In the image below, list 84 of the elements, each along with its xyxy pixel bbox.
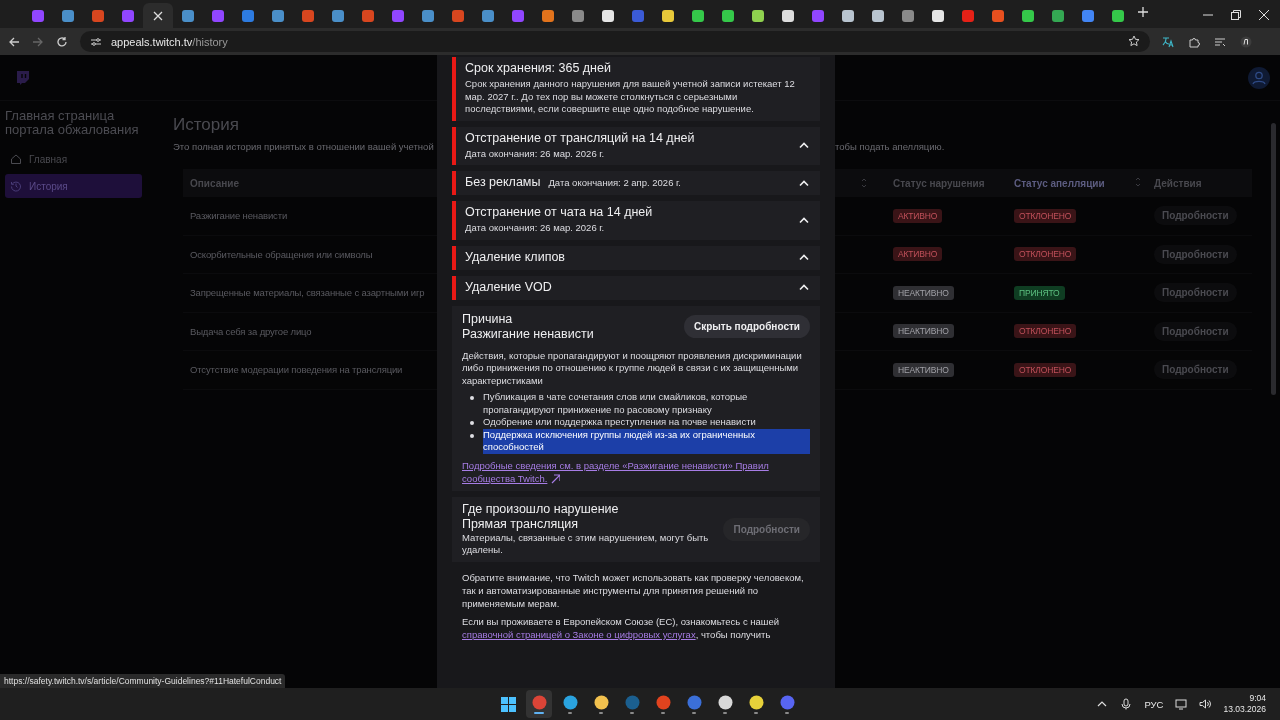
taskbar-app[interactable] xyxy=(526,690,552,718)
bullet-text: Публикация в чате сочетания слов или смайликов, которые пропагандируют принижение по расовому признаку xyxy=(483,391,749,416)
reason-description: Действия, которые пропагандируют и поощряют проявления дискриминации либо принижения по отношению к группе людей в связи с их защищенными характеристиками xyxy=(462,349,803,387)
plus-icon[interactable] xyxy=(1137,6,1149,18)
guidelines-link[interactable]: Подробные сведения см. в разделе «Разжигание ненависти» Правил сообщества Twitch. xyxy=(462,458,810,485)
forward-icon[interactable] xyxy=(32,35,44,48)
bullet-icon xyxy=(470,433,474,438)
penalty-card[interactable]: Без рекламы Дата окончания: 2 апр. 2026 г. xyxy=(452,171,820,195)
monitor-icon[interactable] xyxy=(1175,698,1188,710)
status-badge: АКТИВНО xyxy=(893,208,943,223)
section-label: Причина xyxy=(462,311,514,327)
table-cell-text: Запрещенные материалы, связанные с азартными игр xyxy=(189,287,425,299)
list-icon[interactable] xyxy=(1214,35,1226,48)
card-title: Срок хранения: 365 дней xyxy=(465,61,612,76)
chevron-up-icon[interactable] xyxy=(798,252,810,262)
bullet-icon xyxy=(470,396,474,400)
status-badge: ОТКЛОНЕНО xyxy=(1014,208,1077,223)
section-label: Где произошло нарушение xyxy=(462,502,620,517)
penalty-card[interactable]: Отстранение от трансляций на 14 дней Дата окончания: 26 мар. 2026 г. xyxy=(452,126,820,165)
penalty-title: Удаление клипов xyxy=(465,249,566,265)
penalty-title: Отстранение от трансляций на 14 дней xyxy=(465,130,696,146)
translate-icon[interactable] xyxy=(1162,35,1174,48)
clock-date[interactable]: 13.03.2026 xyxy=(1223,704,1266,715)
dsa-link[interactable]: справочной страницей о Законе о цифровых услугах xyxy=(462,629,696,640)
close-icon xyxy=(152,9,164,22)
restore-icon[interactable] xyxy=(1230,9,1242,21)
status-badge: ПРИНЯТО xyxy=(1014,285,1065,300)
status-badge: НЕАКТИВНО xyxy=(893,285,954,300)
chevron-up-icon[interactable] xyxy=(798,282,810,292)
table-cell-text: Отсутствие модерации поведения на трансляции xyxy=(189,364,403,376)
penalty-card[interactable]: Удаление VOD xyxy=(452,275,820,300)
penalty-card[interactable]: Отстранение от чата на 14 дней Дата окончания: 26 мар. 2026 г. xyxy=(452,201,820,240)
page-heading: История xyxy=(173,115,240,136)
clock-time[interactable]: 9:04 xyxy=(1249,693,1266,704)
description-text: тобы подать апелляцию. xyxy=(835,141,945,152)
address-bar[interactable]: appeals.twitch.tv/history xyxy=(80,31,1150,52)
reload-icon[interactable] xyxy=(56,35,68,48)
table-cell-text: Выдача себя за другое лицо xyxy=(189,325,312,337)
bullet-text: Одобрение или поддержка преступления на почве ненависти xyxy=(483,416,756,429)
penalty-title: Удаление VOD xyxy=(465,279,553,295)
bullet-icon xyxy=(470,421,474,425)
extensions-icon[interactable] xyxy=(1188,35,1200,48)
chevron-up-icon[interactable] xyxy=(798,140,810,151)
section-text: Материалы, связанные с этим нарушением, могут быть удалены. xyxy=(462,532,710,557)
end-date: Дата окончания: 26 мар. 2026 г. xyxy=(465,147,606,160)
status-badge: ОТКЛОНЕНО xyxy=(1014,362,1077,377)
section-value: Прямая трансляция xyxy=(462,517,580,532)
end-date: Дата окончания: 26 мар. 2026 г. xyxy=(465,222,606,235)
scrollbar[interactable] xyxy=(1271,123,1276,395)
language-indicator[interactable]: РУС xyxy=(1144,698,1164,710)
status-badge: ОТКЛОНЕНО xyxy=(1014,247,1077,262)
penalty-title: Без рекламы xyxy=(465,175,541,190)
microphone-icon[interactable] xyxy=(1120,698,1133,710)
hide-details-button[interactable]: Скрыть подробности xyxy=(683,315,810,338)
url-text: appeals.twitch.tv/history xyxy=(111,35,228,48)
section-value: Разжигание ненависти xyxy=(462,326,594,342)
status-badge: НЕАКТИВНО xyxy=(893,362,954,377)
status-badge: ОТКЛОНЕНО xyxy=(1014,324,1077,339)
table-cell-text: Оскорбительные обращения или символы xyxy=(189,248,373,260)
history-icon xyxy=(10,180,22,192)
home-icon xyxy=(10,153,22,165)
note-paragraph: Если вы проживаете в Европейском Союзе (ЕС), ознакомьтесь с нашей справочной страницей о Законе о цифровых услугах, чтобы получить xyxy=(462,615,781,641)
end-date: Дата окончания: 2 апр. 2026 г. xyxy=(548,177,681,190)
browser-tab[interactable] xyxy=(143,3,173,28)
penalty-card[interactable]: Удаление клипов xyxy=(452,245,820,270)
link-preview-url: https://safety.twitch.tv/s/article/Community-Guidelines?#11HatefulConduct xyxy=(0,674,286,688)
bullet-text: Поддержка исключения группы людей из-за их ограниченных способностей xyxy=(483,428,810,454)
status-badge: НЕАКТИВНО xyxy=(893,324,954,339)
back-icon[interactable] xyxy=(8,35,20,48)
start-icon xyxy=(500,696,516,712)
table-cell-text: Разжигание ненависти xyxy=(189,210,288,222)
sidebar-title: Главная страница портала обжалования xyxy=(5,109,140,137)
column-header[interactable]: Статус апелляции xyxy=(1014,177,1105,189)
site-info-icon[interactable] xyxy=(90,35,102,48)
star-icon[interactable] xyxy=(1128,34,1140,47)
profile-icon[interactable] xyxy=(1240,35,1252,48)
penalty-title: Отстранение от чата на 14 дней xyxy=(465,205,654,220)
external-link-icon xyxy=(550,473,561,485)
note-paragraph: Обратите внимание, что Twitch может использовать как проверку человеком, так и автоматизированные инструменты для принятия решений по применяемым мерам. xyxy=(462,571,805,610)
close-icon[interactable] xyxy=(1258,9,1270,21)
description-text: Это полная история принятых в отношении вашей учетной xyxy=(173,141,434,152)
status-badge: АКТИВНО xyxy=(893,247,943,262)
card-text: Срок хранения данного нарушения для вашей учетной записи истекает 12 мар. 2027 г.. До тех пор вы можете столкнуться с серьезными последствиями, если совершите еще одно подобное нарушение. xyxy=(465,78,796,116)
speaker-icon[interactable] xyxy=(1199,698,1212,710)
